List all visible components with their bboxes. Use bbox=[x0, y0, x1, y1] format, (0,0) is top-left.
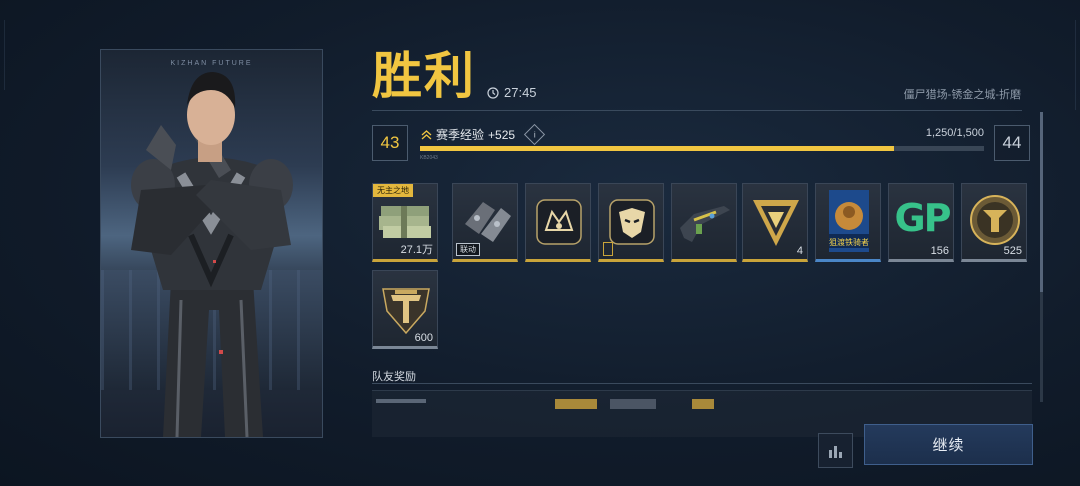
current-level-badge: 43 bbox=[372, 125, 408, 161]
season-xp-label: 赛季经验 +525 i bbox=[421, 123, 546, 146]
header-divider bbox=[372, 110, 1022, 111]
teammate-rewards-label: 队友奖励 bbox=[372, 371, 416, 383]
xp-label-text: 赛季经验 bbox=[436, 128, 485, 142]
character-portrait: KIZHAN FUTURE bbox=[100, 49, 323, 438]
teammate-item bbox=[555, 399, 597, 409]
reward-qty: 156 bbox=[930, 245, 949, 257]
rewards-scrollbar[interactable] bbox=[1040, 112, 1043, 402]
armored-character-figure bbox=[131, 72, 293, 437]
next-level-badge: 44 bbox=[994, 125, 1030, 161]
xp-gain: +525 bbox=[488, 127, 516, 142]
rifle-icon bbox=[680, 206, 730, 242]
xp-progress-bar bbox=[420, 146, 984, 151]
poster-text: 狙渡铁骑者 bbox=[829, 238, 869, 247]
teammate-item bbox=[692, 399, 714, 409]
poster-card-icon bbox=[829, 190, 869, 252]
clock-icon bbox=[487, 86, 499, 99]
teammate-item bbox=[376, 399, 426, 403]
bar-chart-icon bbox=[828, 445, 842, 458]
reward-gp-points[interactable]: GP 156 bbox=[888, 183, 954, 262]
link-mark-icon bbox=[603, 242, 613, 256]
reward-qty: 600 bbox=[414, 332, 433, 344]
game-mode-label: 僵尸猎场-锈金之城-折磨 bbox=[903, 89, 1021, 101]
reward-cash[interactable]: 无主之地 27.1万 bbox=[372, 183, 438, 262]
gp-points-icon: GP bbox=[894, 196, 951, 240]
reward-tag: 无主之地 bbox=[373, 184, 413, 197]
timer-value: 27:45 bbox=[504, 85, 537, 100]
reward-poster-card[interactable]: 狙渡铁骑者 bbox=[815, 183, 881, 262]
reward-qty: 525 bbox=[1003, 245, 1022, 257]
frame-line-left bbox=[4, 20, 5, 90]
reward-emblem-mask[interactable] bbox=[598, 183, 664, 262]
victory-title: 胜利 bbox=[372, 47, 476, 105]
scrollbar-thumb[interactable] bbox=[1040, 112, 1043, 292]
reward-ttf-badge[interactable]: 600 bbox=[372, 270, 438, 349]
reward-triangle-token[interactable]: 4 bbox=[742, 183, 808, 262]
emblem-crown-icon bbox=[536, 199, 582, 245]
stats-button[interactable] bbox=[818, 433, 853, 468]
teammate-item bbox=[610, 399, 656, 409]
teammate-divider bbox=[372, 383, 1032, 384]
continue-button[interactable]: 继续 bbox=[864, 424, 1033, 465]
continue-label: 继续 bbox=[932, 437, 965, 454]
xp-sub-text: KB2043 bbox=[420, 155, 438, 161]
xp-progress-fill bbox=[420, 146, 894, 151]
frame-line-right bbox=[1075, 20, 1076, 110]
reward-qty: 27.1万 bbox=[400, 244, 433, 256]
reward-y-coin[interactable]: 525 bbox=[961, 183, 1027, 262]
reward-rifle[interactable] bbox=[671, 183, 737, 262]
chevron-up-icon bbox=[421, 129, 432, 139]
info-icon[interactable]: i bbox=[523, 123, 546, 146]
collab-badge: 联动 bbox=[456, 243, 480, 256]
reward-qty: 4 bbox=[796, 245, 803, 257]
match-timer: 27:45 bbox=[487, 85, 537, 100]
xp-count: 1,250/1,500 bbox=[925, 127, 984, 139]
reward-gauntlet[interactable]: 联动 bbox=[452, 183, 518, 262]
reward-emblem-crown[interactable] bbox=[525, 183, 591, 262]
